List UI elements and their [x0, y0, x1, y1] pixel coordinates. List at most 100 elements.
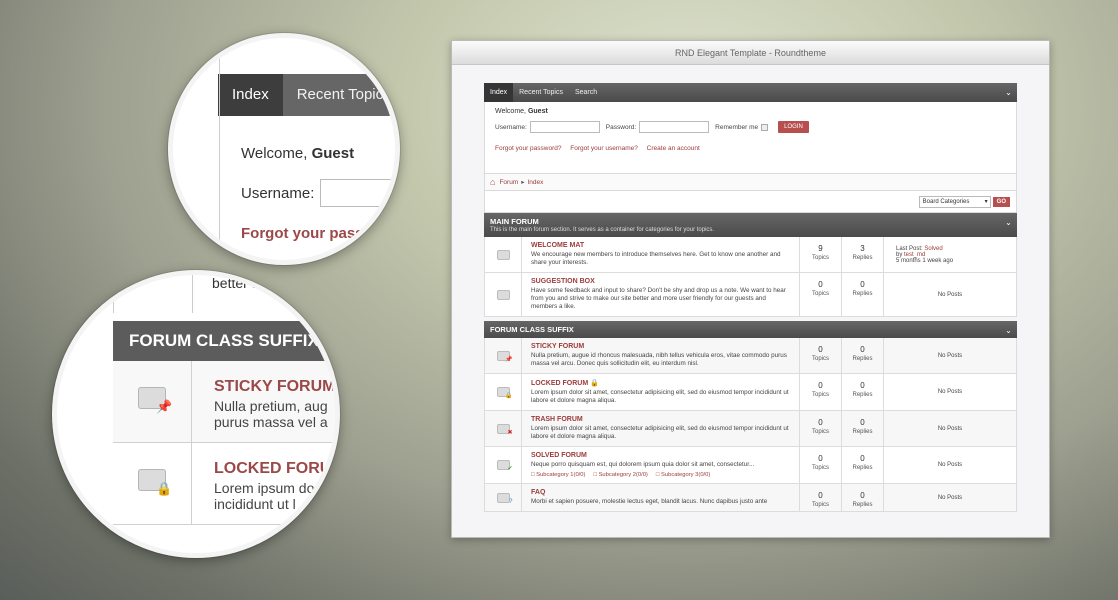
forum-title[interactable]: FAQ	[531, 489, 790, 496]
forum-bubble-icon: ✔	[496, 460, 513, 472]
forum-info: WELCOME MAT We encourage new members to …	[522, 237, 800, 272]
forum-title-text[interactable]: WELCOME MAT	[531, 242, 584, 249]
forum-title[interactable]: SOLVED FORUM	[531, 452, 790, 459]
forum-row[interactable]: WELCOME MAT We encourage new members to …	[484, 237, 1017, 273]
last-post-title[interactable]: Solved	[924, 246, 942, 252]
board-categories-select[interactable]: Board Categories	[918, 195, 991, 208]
zoom-forum-title[interactable]: LOCKED FORU	[214, 460, 331, 478]
forum-status-icon: ?	[509, 498, 513, 505]
category-title[interactable]: MAIN FORUM	[490, 217, 1011, 226]
forum-title[interactable]: SUGGESTION BOX	[531, 278, 790, 285]
forum-title-text[interactable]: TRASH FORUM	[531, 416, 583, 423]
topics-count: 0	[818, 280, 823, 289]
subcategory-label[interactable]: Subcategory 2(0/0)	[599, 472, 648, 478]
subcategory-link[interactable]: □ Subcategory 2(0/0)	[593, 472, 651, 478]
zoom-login-content: Index Recent Topic Welcome, Guest Userna…	[173, 38, 395, 260]
forum-status-icon: ✖	[507, 429, 513, 436]
zoom-forum-row[interactable]: 🔒 LOCKED FORU Lorem ipsum do incididunt …	[113, 443, 335, 525]
forum-title[interactable]: LOCKED FORUM 🔒	[531, 379, 790, 387]
breadcrumb-separator: ▸	[521, 179, 525, 186]
topics-count-cell: 9 Topics	[800, 237, 842, 272]
forum-row[interactable]: 🔒 LOCKED FORUM 🔒 Lorem ipsum dolor sit a…	[484, 374, 1017, 411]
no-posts-text: No Posts	[937, 425, 963, 432]
forum-title-text[interactable]: SUGGESTION BOX	[531, 278, 595, 285]
zoom-forum-title[interactable]: STICKY FORUM	[214, 378, 335, 396]
forum-row[interactable]: ✖ TRASH FORUM Lorem ipsum dolor sit amet…	[484, 411, 1017, 447]
nav-search[interactable]: Search	[569, 83, 603, 102]
subcategory-link[interactable]: □ Subcategory 3(0/0)	[656, 472, 714, 478]
zoom-forum-desc: Nulla pretium, aug purus massa vel a	[214, 398, 328, 430]
forum-desc: Have some feedback and input to share? D…	[531, 287, 786, 310]
username-input[interactable]	[529, 121, 600, 133]
zoom-desc-line: incididunt ut l	[214, 496, 296, 512]
login-button[interactable]: LOGIN	[778, 121, 809, 133]
forum-row[interactable]: 📌 STICKY FORUM Nulla pretium, augue id r…	[484, 338, 1017, 374]
subcategory-label[interactable]: Subcategory 3(0/0)	[661, 472, 710, 478]
forum-info: STICKY FORUM Nulla pretium, augue id rho…	[522, 338, 800, 373]
forum-desc: Nulla pretium, augue id rhoncus malesuad…	[531, 352, 787, 367]
zoom-username-input[interactable]	[320, 179, 395, 207]
replies-label: Replies	[852, 392, 873, 398]
topics-count: 0	[818, 418, 823, 427]
forum-title[interactable]: TRASH FORUM	[531, 416, 790, 423]
topics-count-cell: 0 Topics	[800, 273, 842, 316]
topics-label: Topics	[811, 502, 829, 508]
lock-icon: 🔒	[590, 380, 599, 387]
forum-bubble-icon	[496, 249, 510, 260]
zoom-nav-recent[interactable]: Recent Topic	[283, 74, 395, 116]
last-post-cell: No Posts	[884, 273, 1016, 316]
forum-row[interactable]: ✔ SOLVED FORUM Neque porro quisquam est,…	[484, 447, 1017, 484]
zoom-border	[219, 38, 220, 260]
category-title[interactable]: FORUM CLASS SUFFIX	[490, 325, 1011, 334]
replies-count: 0	[860, 491, 865, 500]
breadcrumb-index[interactable]: Index	[527, 179, 543, 186]
chevron-down-icon[interactable]: ⌄	[1004, 326, 1013, 335]
forum-title-text[interactable]: STICKY FORUM	[531, 343, 584, 350]
subcategory-list: □ Subcategory 1(0/0) □ Subcategory 2(0/0)…	[531, 472, 790, 478]
chevron-down-icon[interactable]: ⌄	[1004, 218, 1013, 227]
forum-bubble-icon	[496, 289, 510, 300]
welcome-prefix: Welcome,	[495, 108, 526, 115]
forum-title-text[interactable]: FAQ	[531, 489, 545, 496]
zoom-desc-line: purus massa vel a	[214, 414, 328, 430]
forum-row[interactable]: ? FAQ Morbi et sapien posuere, molestie …	[484, 484, 1017, 512]
subcategory-link[interactable]: □ Subcategory 1(0/0)	[531, 472, 589, 478]
zoom-forum-row[interactable]: 📌 STICKY FORUM Nulla pretium, aug purus …	[113, 361, 335, 443]
forum-info: FAQ Morbi et sapien posuere, molestie le…	[522, 484, 800, 511]
home-icon[interactable]: ⌂	[490, 177, 495, 187]
welcome-user: Guest	[527, 108, 548, 115]
subcategory-label[interactable]: Subcategory 1(0/0)	[536, 472, 585, 478]
replies-label: Replies	[852, 429, 873, 435]
pin-icon: 📌	[156, 399, 173, 414]
forum-title-text[interactable]: SOLVED FORUM	[531, 452, 587, 459]
forgot-username-link[interactable]: Forgot your username?	[570, 145, 638, 152]
replies-count-cell: 0 Replies	[842, 338, 884, 373]
forum-title-text[interactable]: LOCKED FORUM	[531, 380, 588, 387]
forum-desc: We encourage new members to introduce th…	[531, 251, 781, 266]
go-button[interactable]: GO	[992, 196, 1010, 207]
create-account-link[interactable]: Create an account	[647, 145, 700, 152]
forum-info: LOCKED FORUM 🔒 Lorem ipsum dolor sit ame…	[522, 374, 800, 410]
forum-title[interactable]: STICKY FORUM	[531, 343, 790, 350]
forum-page: Index Recent Topics Search ⌄ Welcome, Gu…	[484, 83, 1017, 512]
forum-row[interactable]: SUGGESTION BOX Have some feedback and in…	[484, 273, 1017, 317]
zoom-forgot-link[interactable]: Forgot your pass	[241, 225, 364, 242]
welcome-text: Welcome, Guest	[495, 108, 1006, 115]
zoom-top-text: better a	[212, 275, 260, 291]
replies-label: Replies	[852, 291, 873, 297]
breadcrumb-forum[interactable]: Forum	[499, 179, 518, 186]
chevron-down-icon[interactable]: ⌄	[1004, 88, 1013, 97]
zoom-nav-index[interactable]: Index	[218, 74, 283, 116]
forum-desc: Lorem ipsum dolor sit amet, consectetur …	[531, 425, 789, 440]
forum-title[interactable]: WELCOME MAT	[531, 242, 790, 249]
remember-checkbox[interactable]	[761, 123, 769, 131]
zoom-desc-line: Nulla pretium, aug	[214, 398, 328, 414]
forgot-password-link[interactable]: Forgot your password?	[495, 145, 561, 152]
forum-desc: Morbi et sapien posuere, molestie lectus…	[531, 498, 768, 505]
last-post-time: 5 months 1 week ago	[896, 257, 954, 264]
forum-status-icon: 📌	[505, 356, 513, 363]
nav-recent-topics[interactable]: Recent Topics	[513, 83, 569, 102]
nav-index[interactable]: Index	[484, 83, 514, 102]
jump-bar: Board Categories GO	[484, 191, 1017, 213]
password-input[interactable]	[639, 121, 710, 133]
